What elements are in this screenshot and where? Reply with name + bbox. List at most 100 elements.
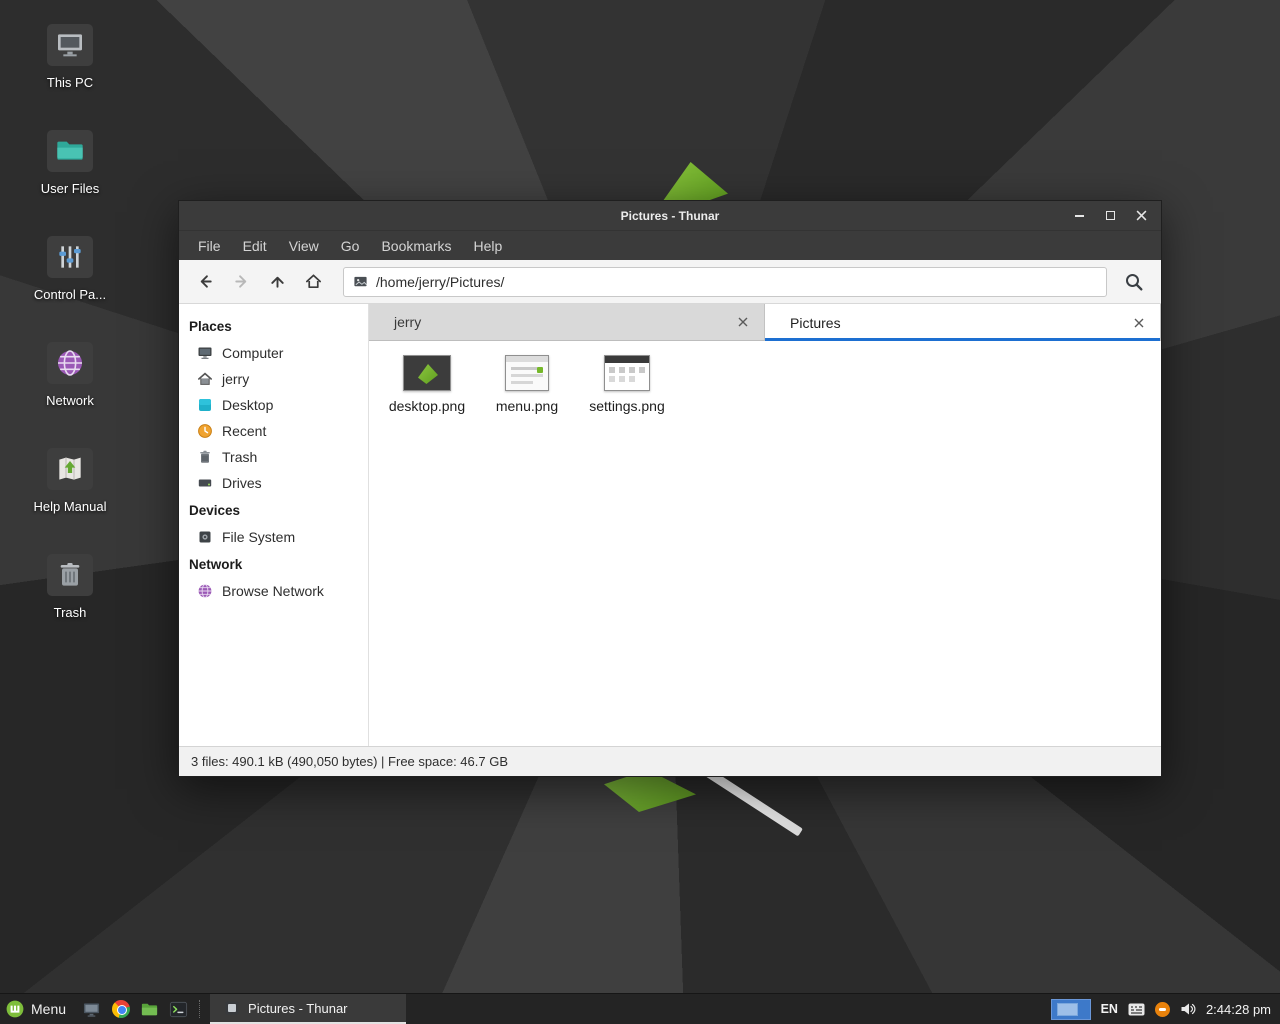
file-item-desktop-png[interactable]: desktop.png <box>377 353 477 414</box>
volume-icon[interactable] <box>1180 1001 1196 1017</box>
menu-bookmarks[interactable]: Bookmarks <box>370 238 462 254</box>
thumbnail-content <box>609 367 647 388</box>
thumbnail-content <box>418 364 438 384</box>
keyboard-icon[interactable] <box>1128 1003 1145 1016</box>
menu-edit[interactable]: Edit <box>232 238 278 254</box>
desktop-icon-list: This PC User Files Control Pa... Network… <box>22 24 118 620</box>
desktop-icon-label: Control Pa... <box>34 287 106 302</box>
thumbnail-desktop-png <box>403 355 451 391</box>
desktop-icon-label: This PC <box>47 75 93 90</box>
sidebar-item-label: Browse Network <box>222 583 324 599</box>
keyboard-layout-indicator[interactable]: EN <box>1101 1002 1118 1016</box>
thumbnail-content <box>506 356 548 362</box>
sidebar-item-browse-network[interactable]: Browse Network <box>179 578 368 604</box>
sidebar-item-label: Desktop <box>222 397 273 413</box>
sidebar-section-places: Places <box>179 312 368 340</box>
tab-pictures[interactable]: Pictures <box>765 304 1161 341</box>
titlebar[interactable]: Pictures - Thunar <box>179 201 1161 230</box>
forward-arrow-icon <box>232 272 251 291</box>
terminal-launcher[interactable] <box>164 994 193 1024</box>
desktop-icon-network[interactable]: Network <box>22 342 118 408</box>
sidebar-item-label: jerry <box>222 371 249 387</box>
search-icon <box>1124 272 1144 292</box>
mint-logo-icon <box>6 1000 24 1018</box>
sidebar-item-jerry[interactable]: jerry <box>179 366 368 392</box>
desktop-icon-help-manual[interactable]: Help Manual <box>22 448 118 514</box>
window-body: Places Computer jerry Desktop Recent <box>179 304 1161 746</box>
close-icon <box>1136 210 1147 221</box>
filesystem-icon <box>197 529 213 545</box>
thumbnail-content <box>511 367 537 370</box>
up-button[interactable] <box>259 266 295 298</box>
desktop-icon-trash[interactable]: Trash <box>22 554 118 620</box>
menu-button[interactable]: Menu <box>0 994 77 1024</box>
maximize-icon <box>1106 211 1115 220</box>
thunar-icon <box>224 1000 240 1016</box>
file-item-menu-png[interactable]: menu.png <box>477 353 577 414</box>
thunar-window: Pictures - Thunar File Edit View Go Book… <box>178 200 1162 777</box>
back-arrow-icon <box>196 272 215 291</box>
path-bar[interactable]: /home/jerry/Pictures/ <box>343 267 1107 297</box>
tab-close-button[interactable] <box>1128 318 1150 328</box>
forward-button[interactable] <box>223 266 259 298</box>
sidebar-item-desktop[interactable]: Desktop <box>179 392 368 418</box>
home-button[interactable] <box>295 266 331 298</box>
back-button[interactable] <box>187 266 223 298</box>
trash-icon <box>197 449 213 465</box>
taskbar-window-label: Pictures - Thunar <box>248 1001 347 1016</box>
tab-close-button[interactable] <box>732 317 754 327</box>
display-icon <box>82 1000 101 1019</box>
map-icon <box>47 448 93 490</box>
control-panel-icon <box>47 236 93 278</box>
sidebar-item-label: Drives <box>222 475 262 491</box>
image-folder-icon <box>353 274 368 289</box>
menu-help[interactable]: Help <box>463 238 514 254</box>
up-arrow-icon <box>268 272 287 291</box>
tab-jerry[interactable]: jerry <box>369 304 765 341</box>
desktop-icon-user-files[interactable]: User Files <box>22 130 118 196</box>
tab-label: Pictures <box>790 315 1128 331</box>
files-launcher[interactable] <box>135 994 164 1024</box>
desktop-icon-label: Help Manual <box>34 499 107 514</box>
toolbar: /home/jerry/Pictures/ <box>179 260 1161 304</box>
sidebar-item-computer[interactable]: Computer <box>179 340 368 366</box>
terminal-icon <box>169 1000 188 1019</box>
menu-view[interactable]: View <box>278 238 330 254</box>
sidebar: Places Computer jerry Desktop Recent <box>179 304 369 746</box>
desktop-icon-label: Trash <box>54 605 87 620</box>
minimize-button[interactable] <box>1064 201 1095 230</box>
menu-file[interactable]: File <box>187 238 232 254</box>
desktop-wallpaper: This PC User Files Control Pa... Network… <box>0 0 1280 1024</box>
workspace-switcher[interactable] <box>1051 999 1091 1020</box>
sidebar-item-label: Trash <box>222 449 257 465</box>
taskbar-separator <box>199 1000 207 1018</box>
sidebar-item-trash[interactable]: Trash <box>179 444 368 470</box>
status-bar: 3 files: 490.1 kB (490,050 bytes) | Free… <box>179 746 1161 776</box>
taskbar-window-button[interactable]: Pictures - Thunar <box>210 994 406 1024</box>
close-icon <box>1134 318 1144 328</box>
home-icon <box>197 371 213 387</box>
close-button[interactable] <box>1126 201 1157 230</box>
tab-bar: jerry Pictures <box>369 304 1161 341</box>
update-manager-icon[interactable] <box>1155 1002 1170 1017</box>
menu-go[interactable]: Go <box>330 238 371 254</box>
drive-icon <box>197 475 213 491</box>
file-view[interactable]: desktop.png menu.png <box>369 341 1161 746</box>
close-icon <box>738 317 748 327</box>
window-controls <box>1064 201 1157 230</box>
clock[interactable]: 2:44:28 pm <box>1206 1002 1271 1017</box>
maximize-button[interactable] <box>1095 201 1126 230</box>
network-globe-icon <box>47 342 93 384</box>
path-text: /home/jerry/Pictures/ <box>376 274 504 290</box>
computer-icon <box>197 345 213 361</box>
search-button[interactable] <box>1115 266 1153 298</box>
thumbnail-content <box>605 356 649 363</box>
sidebar-item-recent[interactable]: Recent <box>179 418 368 444</box>
desktop-icon-this-pc[interactable]: This PC <box>22 24 118 90</box>
sidebar-item-drives[interactable]: Drives <box>179 470 368 496</box>
sidebar-item-file-system[interactable]: File System <box>179 524 368 550</box>
chrome-launcher[interactable] <box>106 994 135 1024</box>
desktop-icon-control-panel[interactable]: Control Pa... <box>22 236 118 302</box>
file-item-settings-png[interactable]: settings.png <box>577 353 677 414</box>
show-desktop-button[interactable] <box>77 994 106 1024</box>
